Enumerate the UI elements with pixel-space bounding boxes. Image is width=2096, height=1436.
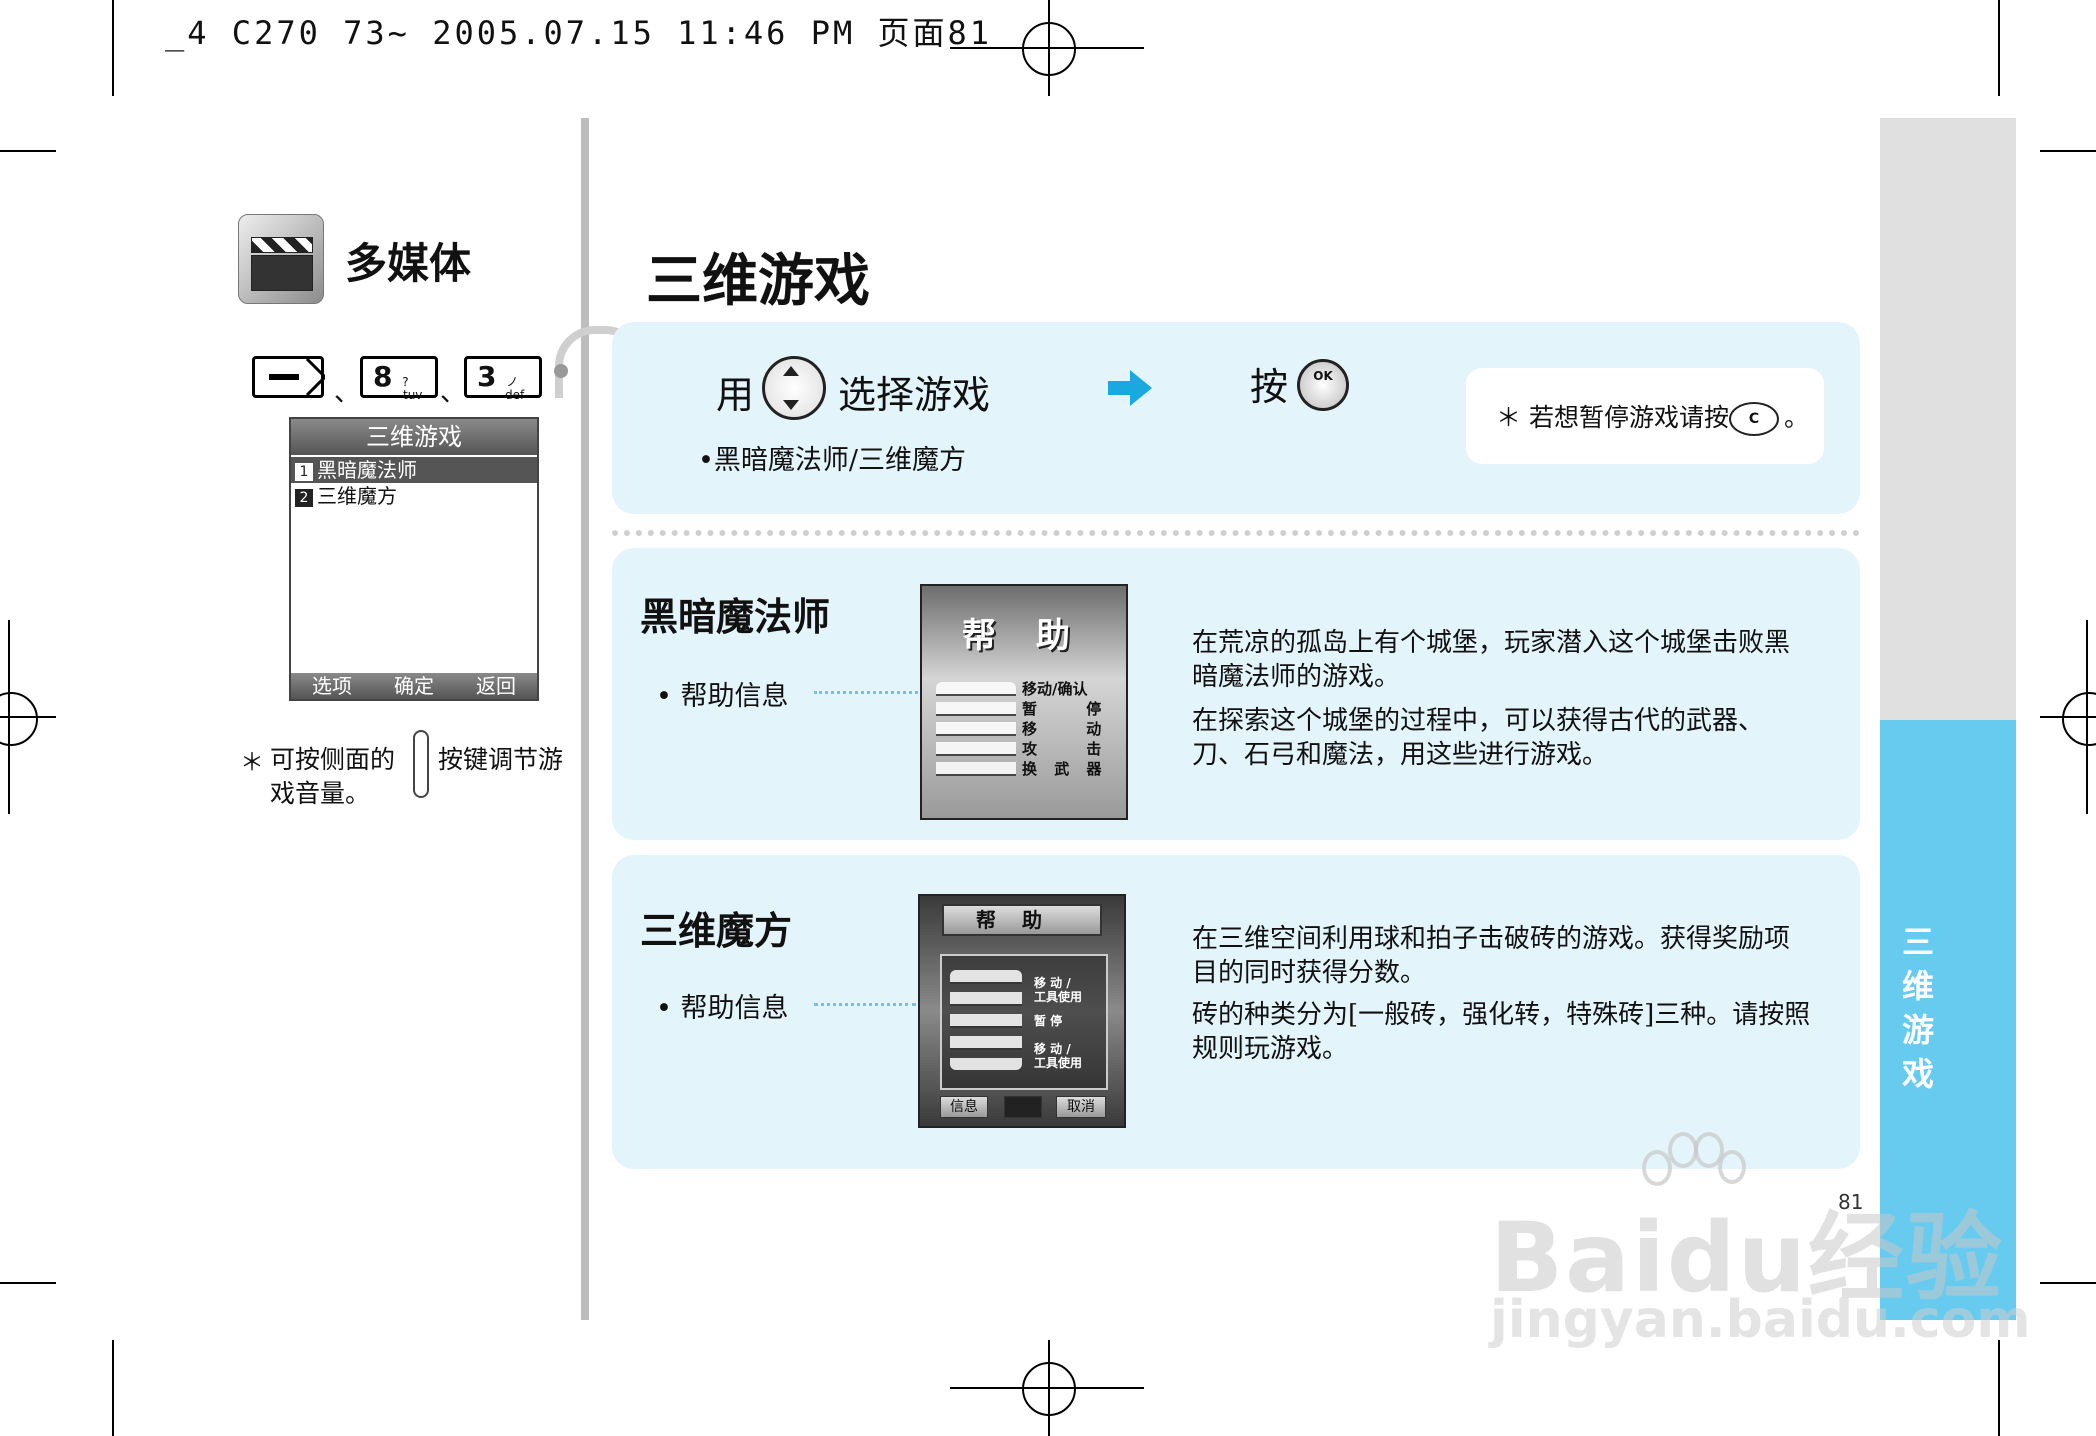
game-screenshot-3d-cube: 帮助 移 动 / 工具使用 暂 停 移 动 / 工具使用 信息 取消 <box>918 894 1126 1128</box>
menu-item-label: 黑暗魔法师 <box>317 458 417 482</box>
key-separator: 、 <box>334 378 361 408</box>
screenshot-cancel-button: 取消 <box>1056 1096 1106 1118</box>
registration-circle <box>1022 1362 1076 1416</box>
menu-item-label: 三维魔方 <box>317 484 397 508</box>
key-3-letters: def <box>505 388 525 402</box>
page-title: 三维游戏 <box>646 249 870 314</box>
column-divider <box>581 118 589 1320</box>
screenshot-title: 帮 助 <box>962 616 1084 656</box>
crop-mark <box>1998 1340 2000 1436</box>
key-3-number: 3 <box>477 360 497 393</box>
side-tab-label: 三维游戏 <box>1901 923 1934 1093</box>
key-3: 3 ノ def <box>464 356 542 402</box>
pause-note-end: 。 <box>1784 403 1810 432</box>
game-description-p1: 在荒凉的孤岛上有个城堡，玩家潜入这个城堡击败黑暗魔法师的游戏。 <box>1192 628 1791 692</box>
help-info-label: • 帮助信息 <box>656 993 789 1024</box>
clapper-board <box>251 255 313 291</box>
crop-mark <box>112 1340 114 1436</box>
crop-mark <box>112 0 114 96</box>
help-overlay: 移 动 / 工具使用 暂 停 移 动 / 工具使用 <box>940 954 1108 1090</box>
registration-circle <box>2062 692 2096 746</box>
menu-item-dark-wizard[interactable]: 1 黑暗魔法师 <box>291 457 537 483</box>
pause-note: ＊ 若想暂停游戏请按 <box>1496 403 1729 432</box>
key-8: 8 ? tuv <box>360 356 438 402</box>
leader-line <box>814 691 918 694</box>
clear-key-icon: C <box>1729 402 1779 436</box>
crop-mark <box>1998 0 2000 96</box>
side-volume-key-icon <box>413 730 429 798</box>
use-label: 用 <box>716 373 755 417</box>
crop-mark <box>0 1282 56 1284</box>
print-header: _4 C270 73~ 2005.07.15 11:46 PM 页面81 <box>165 14 993 52</box>
help-row-switch-weapon: 换 武 器 <box>1022 760 1108 778</box>
leader-line <box>814 1003 916 1006</box>
phone-menu-title: 三维游戏 <box>291 419 537 455</box>
help-row-move-confirm: 移动/确认 <box>1022 680 1088 698</box>
phone-softkeys: 选项 确定 返回 <box>291 673 537 699</box>
help-row-tool-use: 工具使用 <box>1034 990 1083 1004</box>
key-8-number: 8 <box>373 360 393 393</box>
keypad-graphic-icon <box>936 682 1016 782</box>
section-title: 多媒体 <box>345 239 472 288</box>
baidu-watermark-url: jingyan.baidu.com <box>1490 1290 2031 1350</box>
softkey-options[interactable]: 选项 <box>312 673 352 699</box>
help-row-pause: 暂 停 <box>1022 700 1124 718</box>
volume-note-line2: 戏音量。 <box>270 779 371 808</box>
phone-menu-screen: 三维游戏 1 黑暗魔法师 2 三维魔方 选项 确定 返回 <box>289 417 539 701</box>
key-separator: 、 <box>440 378 467 408</box>
left-softkey <box>252 356 328 398</box>
note-bullet: ＊ <box>240 748 264 776</box>
game-description-p2: 在探索这个城堡的过程中，可以获得古代的武器、刀、石弓和魔法，用这些进行游戏。 <box>1192 706 1765 770</box>
registration-circle <box>1022 22 1076 76</box>
game-title: 三维魔方 <box>640 909 793 953</box>
key-8-letters: tuv <box>403 388 423 402</box>
binder-ring-dot <box>554 364 568 378</box>
section-divider <box>612 530 1860 536</box>
crop-mark <box>2040 150 2096 152</box>
press-label: 按 <box>1250 365 1289 409</box>
help-info-label: • 帮助信息 <box>656 681 789 712</box>
registration-circle <box>0 692 38 746</box>
help-row-tool-use: 工具使用 <box>1034 1056 1083 1070</box>
game-screenshot-dark-wizard: 帮 助 移动/确认 暂 停 移 动 攻 击 换 武 器 <box>920 584 1128 820</box>
paw-toe <box>1718 1150 1746 1184</box>
side-tab-grey <box>1880 118 2016 720</box>
crop-mark <box>0 150 56 152</box>
menu-item-number: 2 <box>295 488 313 507</box>
navigation-key-icon <box>762 356 826 420</box>
volume-note-part1: 可按侧面的 <box>270 745 396 774</box>
right-arrow-icon <box>1108 370 1152 406</box>
game-description-p2: 砖的种类分为[一般砖，强化转，特殊砖]三种。请按照规则玩游戏。 <box>1192 1000 1811 1064</box>
screenshot-center-button <box>1004 1096 1042 1118</box>
volume-note-part2: 按键调节游 <box>438 745 564 774</box>
game-description-p1: 在三维空间利用球和拍子击破砖的游戏。获得奖励项目的同时获得分数。 <box>1192 924 1791 988</box>
keypad-graphic-icon <box>950 970 1022 1070</box>
ok-key-icon: OK <box>1297 359 1349 411</box>
softkey-back[interactable]: 返回 <box>476 673 516 699</box>
help-row-pause: 暂 停 <box>1034 1014 1063 1028</box>
game-title: 黑暗魔法师 <box>640 595 831 639</box>
menu-item-3d-cube[interactable]: 2 三维魔方 <box>291 483 537 509</box>
softkey-icon <box>269 357 328 397</box>
clapperboard-icon <box>238 214 324 304</box>
screenshot-info-button: 信息 <box>940 1096 988 1118</box>
game-list-hint: •黑暗魔法师/三维魔方 <box>698 445 967 476</box>
help-row-attack: 攻 击 <box>1022 740 1124 758</box>
select-game-label: 选择游戏 <box>838 373 991 417</box>
clapper-stripes <box>251 237 313 253</box>
menu-item-number: 1 <box>295 462 313 481</box>
help-row-move: 移 动 <box>1022 720 1124 738</box>
softkey-confirm[interactable]: 确定 <box>394 673 434 699</box>
screenshot-title: 帮助 <box>942 904 1102 936</box>
crop-mark <box>2040 1282 2096 1284</box>
